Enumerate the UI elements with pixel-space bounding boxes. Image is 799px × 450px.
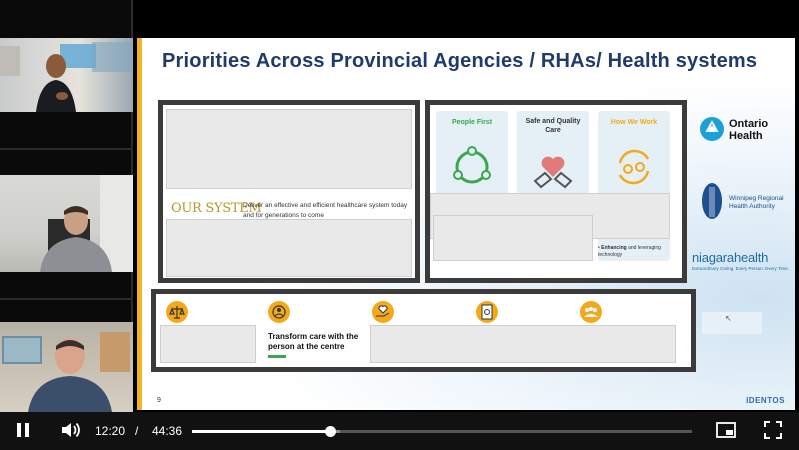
total-time: 44:36 xyxy=(152,424,183,438)
mouse-cursor-icon: ↖ xyxy=(725,314,732,323)
redacted-block xyxy=(166,219,412,277)
niagara-health-logo: niagarahealth Extraordinary Caring. Ever… xyxy=(692,250,792,274)
tile-divider xyxy=(0,298,133,300)
ontario-trillium-icon xyxy=(700,117,724,141)
player-controls: 12:20 / 44:36 xyxy=(0,412,799,450)
participant-video-3[interactable] xyxy=(0,322,133,412)
speaker-icon xyxy=(62,422,80,438)
progress-bar[interactable] xyxy=(192,426,692,437)
pause-button[interactable] xyxy=(14,420,34,440)
scales-icon xyxy=(166,301,188,323)
cycle-people-icon xyxy=(612,145,656,189)
pip-icon xyxy=(716,422,736,438)
values-panel: People First Safe and Quality Care How W… xyxy=(425,100,687,283)
card-title: Safe and Quality Care xyxy=(525,118,581,134)
redacted-block xyxy=(166,109,412,189)
our-system-panel: OUR SYSTEM Deliver an effective and effi… xyxy=(158,100,420,283)
fullscreen-icon xyxy=(764,421,782,439)
card-title: How We Work xyxy=(610,119,658,126)
participant-column xyxy=(0,0,133,412)
heart-hand-icon xyxy=(372,301,394,323)
people-circle-icon xyxy=(450,145,494,189)
slide-number: 9 xyxy=(157,397,161,404)
health-line: Health xyxy=(729,130,763,142)
redacted-block xyxy=(160,325,256,363)
wrha-text: Winnipeg Regional Health Authority xyxy=(729,195,784,211)
picture-in-picture-button[interactable] xyxy=(716,421,736,439)
volume-button[interactable] xyxy=(60,420,84,440)
redacted-block xyxy=(370,325,676,363)
pause-icon xyxy=(17,423,21,437)
green-underline xyxy=(268,355,286,358)
progress-played xyxy=(192,430,331,433)
enhancing-tech-text: • Enhancing and leveraging technology xyxy=(598,245,661,258)
current-time: 12:20 xyxy=(95,424,126,438)
fullscreen-button[interactable] xyxy=(764,421,782,439)
slide-accent-bar xyxy=(137,38,142,410)
slide-title: Priorities Across Provincial Agencies / … xyxy=(162,50,758,72)
time-separator: / xyxy=(135,424,139,438)
faint-placeholder xyxy=(702,312,762,334)
wrha-figure-icon xyxy=(702,183,722,219)
brand-logo: IDENTOS xyxy=(746,396,785,405)
person-cycle-icon xyxy=(268,301,290,323)
card-title: People First xyxy=(451,119,493,126)
participant-video-2[interactable] xyxy=(0,175,133,272)
ontario-health-text: Ontario Health xyxy=(729,118,768,142)
enhancing-bold: Enhancing xyxy=(601,245,627,251)
ontario-line: Ontario xyxy=(729,118,769,130)
wrha-line-1: Winnipeg Regional xyxy=(729,195,784,202)
wrha-line-2: Health Authority xyxy=(729,203,775,210)
strategy-panel: Transform care with the person at the ce… xyxy=(151,289,696,372)
progress-scrubber[interactable] xyxy=(325,426,337,437)
ontario-health-logo: Ontario Health xyxy=(699,116,789,146)
participant-video-1[interactable] xyxy=(0,38,133,112)
redacted-block xyxy=(433,215,593,261)
tile-divider xyxy=(0,148,133,150)
wrha-logo: Winnipeg Regional Health Authority xyxy=(699,181,793,223)
presentation-slide: Priorities Across Provincial Agencies / … xyxy=(137,38,795,410)
pause-icon xyxy=(25,423,29,437)
transform-care-text: Transform care with the person at the ce… xyxy=(268,332,359,351)
group-icon xyxy=(580,301,602,323)
our-system-description: Deliver an effective and efficient healt… xyxy=(243,202,408,219)
document-search-icon xyxy=(476,301,498,323)
niagara-name: niagarahealth xyxy=(692,250,769,265)
heart-hands-icon xyxy=(531,147,575,191)
video-player: Priorities Across Provincial Agencies / … xyxy=(0,0,799,450)
niagara-tagline: Extraordinary Caring. Every Person. Ever… xyxy=(692,266,790,271)
